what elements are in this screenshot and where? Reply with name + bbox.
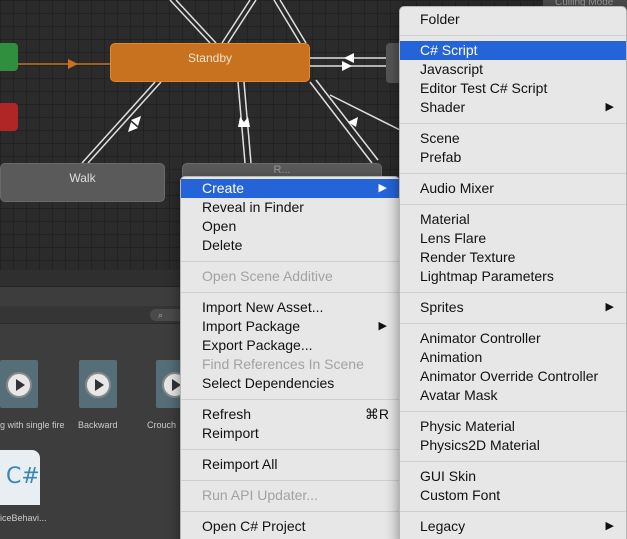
menu-separator — [400, 292, 626, 293]
state-node-standby[interactable]: Standby — [110, 43, 310, 82]
state-node-label: Walk — [69, 171, 96, 185]
menu-item-physics2d-material[interactable]: Physics2D Material — [400, 436, 626, 455]
menu-item-prefab[interactable]: Prefab — [400, 148, 626, 167]
play-icon — [6, 372, 32, 398]
animation-asset[interactable] — [79, 360, 117, 408]
state-node-walk[interactable]: Walk — [0, 163, 165, 202]
menu-item-import-package[interactable]: Import Package ▶ — [181, 317, 399, 336]
menu-separator — [400, 511, 626, 512]
submenu-arrow-icon: ▶ — [378, 320, 387, 332]
menu-separator — [400, 411, 626, 412]
asset-label: iceBehavi... — [0, 513, 47, 523]
menu-item-custom-font[interactable]: Custom Font — [400, 486, 626, 505]
menu-item-physic-material[interactable]: Physic Material — [400, 417, 626, 436]
menu-separator — [400, 123, 626, 124]
search-icon: ⌕ — [158, 310, 164, 320]
menu-item-export-package[interactable]: Export Package... — [181, 336, 399, 355]
menu-item-lens-flare[interactable]: Lens Flare — [400, 229, 626, 248]
menu-item-material[interactable]: Material — [400, 210, 626, 229]
menu-item-import-new-asset[interactable]: Import New Asset... — [181, 298, 399, 317]
menu-separator — [400, 173, 626, 174]
csharp-script-asset[interactable]: C# — [0, 450, 40, 505]
asset-label: Backward — [78, 420, 118, 430]
menu-item-reimport-all[interactable]: Reimport All — [181, 455, 399, 474]
menu-item-avatar-mask[interactable]: Avatar Mask — [400, 386, 626, 405]
csharp-file-icon: C# — [6, 464, 40, 489]
menu-item-find-references: Find References In Scene — [202, 356, 364, 372]
asset-label: g with single fire — [0, 420, 65, 430]
menu-item-delete[interactable]: Delete — [181, 236, 399, 255]
submenu-arrow-icon: ▶ — [605, 301, 614, 313]
submenu-arrow-icon: ▶ — [605, 520, 614, 532]
menu-item-refresh[interactable]: Refresh ⌘R — [181, 405, 399, 424]
play-icon — [85, 372, 111, 398]
menu-item-animator-override-controller[interactable]: Animator Override Controller — [400, 367, 626, 386]
menu-item-run-api-updater: Run API Updater... — [202, 487, 318, 503]
menu-separator — [400, 323, 626, 324]
menu-item-javascript[interactable]: Javascript — [400, 60, 626, 79]
menu-item-animation[interactable]: Animation — [400, 348, 626, 367]
menu-item-audio-mixer[interactable]: Audio Mixer — [400, 179, 626, 198]
context-menu: Create ▶ Reveal in Finder Open Delete Op… — [180, 176, 400, 539]
submenu-arrow-icon: ▶ — [605, 101, 614, 113]
menu-separator — [181, 399, 399, 400]
menu-item-legacy[interactable]: Legacy ▶ — [400, 517, 626, 536]
state-node-label: R... — [273, 164, 291, 176]
menu-separator — [181, 480, 399, 481]
menu-item-select-dependencies[interactable]: Select Dependencies — [181, 374, 399, 393]
menu-separator — [400, 461, 626, 462]
menu-item-reimport[interactable]: Reimport — [181, 424, 399, 443]
shortcut-label: ⌘R — [364, 406, 389, 422]
menu-item-render-texture[interactable]: Render Texture — [400, 248, 626, 267]
menu-separator — [181, 261, 399, 262]
menu-item-open-scene-additive: Open Scene Additive — [202, 268, 333, 284]
menu-item-folder[interactable]: Folder — [400, 10, 626, 29]
menu-separator — [400, 35, 626, 36]
menu-item-scene[interactable]: Scene — [400, 129, 626, 148]
menu-separator — [181, 449, 399, 450]
exit-node[interactable] — [0, 103, 18, 131]
menu-item-open[interactable]: Open — [181, 217, 399, 236]
menu-item-reveal-in-finder[interactable]: Reveal in Finder — [181, 198, 399, 217]
menu-separator — [181, 511, 399, 512]
menu-separator — [400, 204, 626, 205]
create-submenu: Folder C# Script Javascript Editor Test … — [399, 6, 627, 539]
menu-item-shader[interactable]: Shader ▶ — [400, 98, 626, 117]
menu-item-open-csharp-project[interactable]: Open C# Project — [181, 517, 399, 536]
menu-item-lightmap-parameters[interactable]: Lightmap Parameters — [400, 267, 626, 286]
menu-item-animator-controller[interactable]: Animator Controller — [400, 329, 626, 348]
menu-item-csharp-script[interactable]: C# Script — [400, 41, 626, 60]
any-state-node[interactable] — [0, 43, 18, 71]
animation-asset[interactable] — [0, 360, 38, 408]
menu-item-create[interactable]: Create ▶ — [181, 179, 399, 198]
state-node-label: Standby — [187, 51, 233, 65]
asset-label: Crouch — [147, 420, 177, 430]
menu-item-gui-skin[interactable]: GUI Skin — [400, 467, 626, 486]
menu-item-editor-test-script[interactable]: Editor Test C# Script — [400, 79, 626, 98]
submenu-arrow-icon: ▶ — [378, 182, 387, 194]
menu-item-sprites[interactable]: Sprites ▶ — [400, 298, 626, 317]
menu-separator — [181, 292, 399, 293]
